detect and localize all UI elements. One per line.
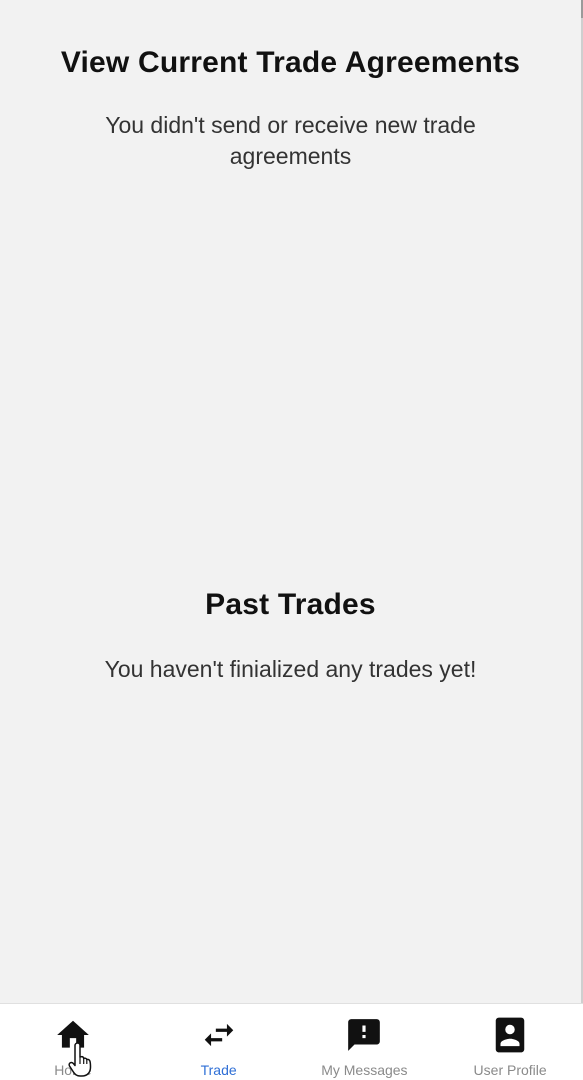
message-alert-icon (348, 1019, 381, 1051)
tab-my-messages-label: My Messages (321, 1062, 408, 1078)
tab-home-label: Home (54, 1062, 92, 1078)
bottom-tab-bar: Home Trade My Messages User Profile (0, 1003, 583, 1080)
tab-trade[interactable]: Trade (146, 1004, 292, 1080)
past-trades-empty-message: You haven't finialized any trades yet! (104, 656, 477, 682)
past-trades-title: Past Trades (205, 588, 376, 621)
tab-user-profile-label: User Profile (473, 1062, 547, 1078)
current-agreements-title: View Current Trade Agreements (60, 46, 521, 79)
tab-user-profile[interactable]: User Profile (437, 1004, 583, 1080)
tab-my-messages[interactable]: My Messages (292, 1004, 438, 1080)
swap-arrows-icon (204, 1023, 233, 1047)
trades-screen: View Current Trade Agreements You didn't… (0, 0, 583, 1080)
current-agreements-empty-message: You didn't send or receive new trade agr… (105, 112, 476, 169)
home-icon (57, 1020, 89, 1048)
tab-home[interactable]: Home (0, 1004, 146, 1080)
contact-card-icon (495, 1017, 525, 1053)
tab-trade-label: Trade (200, 1062, 237, 1078)
